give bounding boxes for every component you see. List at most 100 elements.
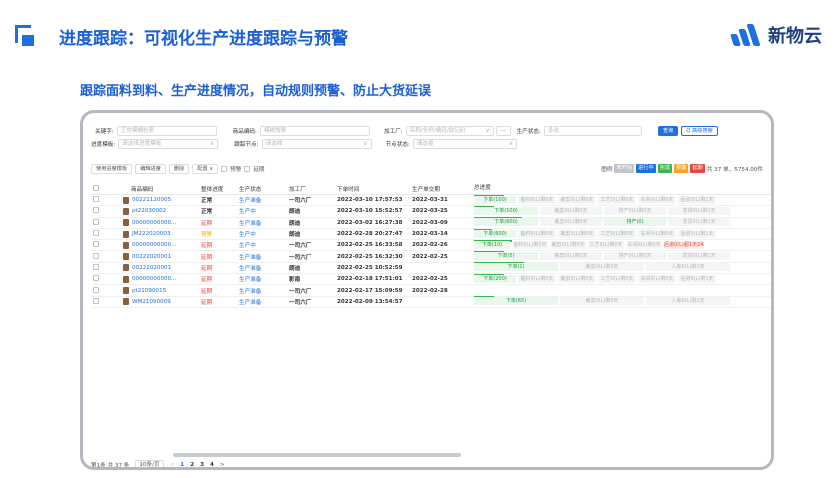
progress-node[interactable]: 后道0(L)剩1天 — [678, 274, 716, 283]
select-all-checkbox[interactable] — [93, 184, 99, 191]
progress-node[interactable]: 裁剪0(L)剩0天 — [558, 229, 596, 238]
page-1[interactable]: 1 — [180, 462, 184, 467]
progress-node[interactable]: 裁剪0(L)剩0天 — [558, 195, 596, 204]
progress-node[interactable]: 裁剪0(L)剩0天 — [540, 206, 602, 215]
progress-node[interactable]: 裁剪0(L)剩0天 — [540, 252, 602, 261]
table-row[interactable]: 00222020001 延期 生产准备 一司六厂 2022-02-25 16:32:30… — [91, 251, 771, 263]
progress-node[interactable]: 备料0(L)剩0天 — [518, 195, 556, 204]
row-checkbox[interactable] — [93, 218, 99, 225]
progress-node[interactable]: 下单(600) — [474, 218, 538, 227]
progress-node[interactable]: 备料0(L)剩0天 — [518, 274, 556, 283]
progress-node[interactable]: 裁剪0(L)剩0天 — [560, 263, 644, 272]
page-2[interactable]: 2 — [190, 462, 194, 467]
product-code-link[interactable]: 00222020001 — [132, 254, 171, 260]
product-code-link[interactable]: JM222020003 — [132, 231, 171, 237]
slide-subtitle: 跟踪面料到料、生产进度情况，自动规则预警、防止大货延误 — [80, 84, 432, 99]
order-time-cell: 2022-03-10 17:57:53 — [337, 197, 403, 204]
prod-status-select[interactable]: 多选 — [543, 125, 642, 136]
progress-node[interactable]: 工艺0(L)剩0天 — [598, 274, 636, 283]
progress-node[interactable]: 排产(0) — [604, 218, 666, 227]
progress-node[interactable]: 后道0(L)剩1天 — [678, 195, 716, 204]
search-button[interactable]: 查询 — [657, 125, 679, 136]
progress-node[interactable]: 工艺0(L)剩0天 — [598, 229, 636, 238]
node-status-select[interactable]: 请选择 ∨ — [412, 138, 517, 149]
progress-node[interactable]: 车间0(L)剩0天 — [638, 274, 676, 283]
row-checkbox[interactable] — [93, 263, 99, 270]
row-checkbox[interactable] — [93, 196, 99, 203]
product-code-input[interactable]: 模糊搜索 — [259, 125, 370, 136]
row-checkbox[interactable] — [93, 286, 99, 293]
row-checkbox[interactable] — [93, 252, 99, 259]
progress-node[interactable]: 入库0(L)剩1天 — [646, 297, 730, 306]
table-row[interactable]: 00222020001 延期 生产准备 朗迪 2022-02-25 10:52:59 下单… — [91, 262, 771, 275]
warn-checkbox[interactable] — [221, 166, 228, 172]
progress-node[interactable]: 入库0(L)剩1天 — [646, 263, 730, 272]
delete-button[interactable]: 删除 — [168, 164, 190, 174]
table-row[interactable]: 00000000000... 延期 生产准备 朗迪 2022-03-02 16:27:3… — [91, 217, 771, 229]
table-row[interactable]: 00221120005 正常 生产准备 一司六厂 2022-03-10 17:57:53… — [91, 194, 771, 207]
row-checkbox[interactable] — [93, 297, 99, 304]
product-code-link[interactable]: 00222020001 — [132, 265, 171, 271]
keyword-input[interactable]: 正常模糊检索 — [116, 125, 217, 136]
progress-node[interactable]: 裁剪0(L)剩0天 — [540, 218, 602, 227]
product-code-link[interactable]: 00000000000... — [132, 242, 176, 248]
progress-node[interactable]: 下单(1) — [474, 263, 558, 272]
progress-node[interactable]: 裁剪0(L)剩0天 — [558, 274, 596, 283]
table-row[interactable]: JM222020003 预警 生产中 朗迪 2022-02-28 20:27:47 202… — [91, 228, 771, 241]
product-code-link[interactable]: pt21090015 — [132, 288, 166, 294]
row-checkbox[interactable] — [93, 230, 99, 237]
row-checkbox[interactable] — [93, 275, 99, 282]
product-code-link[interactable]: 00000000000... — [132, 220, 176, 226]
progress-node[interactable]: 下单(10) — [474, 240, 510, 249]
product-code-link[interactable]: 00000000000... — [132, 276, 176, 282]
prev-page-button[interactable]: < — [170, 462, 175, 467]
use-template-button[interactable]: 使用进度模板 — [91, 164, 133, 174]
edit-progress-button[interactable]: 编辑进度 — [135, 164, 166, 174]
late-checkbox[interactable] — [244, 166, 251, 172]
table-row[interactable]: 00000000000... 延期 生产中 一司六厂 2022-02-25 16:33:… — [91, 239, 771, 252]
table-row[interactable]: pt22030002 正常 生产中 朗迪 2022-03-10 15:52:57 2022… — [91, 205, 771, 218]
progress-node[interactable]: 排产0(L)剩0天 — [604, 206, 666, 215]
factory-more-button[interactable]: ··· — [495, 125, 511, 136]
progress-node[interactable]: 备料0(L)剩0天 — [518, 229, 556, 238]
product-code-link[interactable]: pt22030002 — [132, 208, 166, 214]
progress-node[interactable]: 后道0(L)超1天24小 — [664, 240, 704, 249]
progress-node[interactable]: 后道0(L)剩1天 — [678, 229, 716, 238]
progress-node[interactable]: 车间0(L)剩0天 — [626, 240, 662, 249]
template-select[interactable]: 请选择进度模板 ∨ — [118, 138, 219, 149]
progress-node[interactable]: 发货0(L)剩1天 — [668, 252, 730, 261]
progress-node[interactable]: 裁剪0(L)剩0天 — [560, 297, 644, 306]
progress-node[interactable]: 车间0(L)剩0天 — [638, 195, 676, 204]
table-row[interactable]: WM21090009 延期 生产准备 一司六厂 2022-02-09 13:54:57 下… — [91, 296, 771, 308]
progress-node[interactable]: 下单(100) — [474, 195, 516, 204]
horizontal-scrollbar[interactable] — [173, 453, 461, 457]
progress-node[interactable]: 车间0(L)剩0天 — [638, 229, 676, 238]
progress-node[interactable]: 工艺0(L)剩0天 — [598, 195, 636, 204]
factory-select[interactable]: 名称/全称/编码/助记码 ∨ — [405, 125, 494, 136]
progress-node[interactable]: 裁剪0(L)剩0天 — [550, 240, 586, 249]
page-size-select[interactable]: 10条/页 — [135, 460, 164, 467]
progress-node[interactable]: 发货0(L)剩1天 — [668, 206, 730, 215]
progress-node[interactable]: 下单(100) — [474, 206, 538, 215]
config-button[interactable]: 配置 ∨ — [192, 164, 219, 174]
page-3[interactable]: 3 — [200, 462, 204, 467]
row-checkbox[interactable] — [93, 241, 99, 248]
product-code-link[interactable]: WM21090009 — [132, 299, 171, 305]
follow-node-select[interactable]: 请选择 ∨ — [261, 138, 372, 149]
page-4[interactable]: 4 — [210, 462, 214, 467]
progress-node[interactable]: 下单(5) — [474, 252, 538, 261]
row-checkbox[interactable] — [93, 207, 99, 214]
next-page-button[interactable]: > — [220, 462, 225, 467]
table-row[interactable]: 00000000000... 延期 生产准备 影南 2022-02-18 17:51:0… — [91, 273, 771, 286]
progress-node[interactable]: 备料0(L)剩0天 — [512, 240, 548, 249]
advanced-search-button[interactable]: Q 高级搜索 — [681, 125, 718, 136]
product-code-link[interactable]: 00221120005 — [132, 197, 171, 203]
progress-node[interactable]: 下单(200) — [474, 274, 516, 283]
order-time-cell: 2022-02-25 16:32:30 — [337, 253, 403, 260]
table-row[interactable]: pt21090015 延期 生产准备 一司六厂 2022-02-17 15:09:59 2… — [91, 285, 771, 297]
progress-node[interactable]: 工艺0(L)剩0天 — [588, 240, 624, 249]
progress-node[interactable]: 下单(600) — [474, 229, 516, 238]
progress-node[interactable]: 发货0(L)剩1天 — [668, 218, 730, 227]
progress-node[interactable]: 下单(65) — [474, 297, 558, 306]
progress-node[interactable]: 排产0(L)剩0天 — [604, 252, 666, 261]
